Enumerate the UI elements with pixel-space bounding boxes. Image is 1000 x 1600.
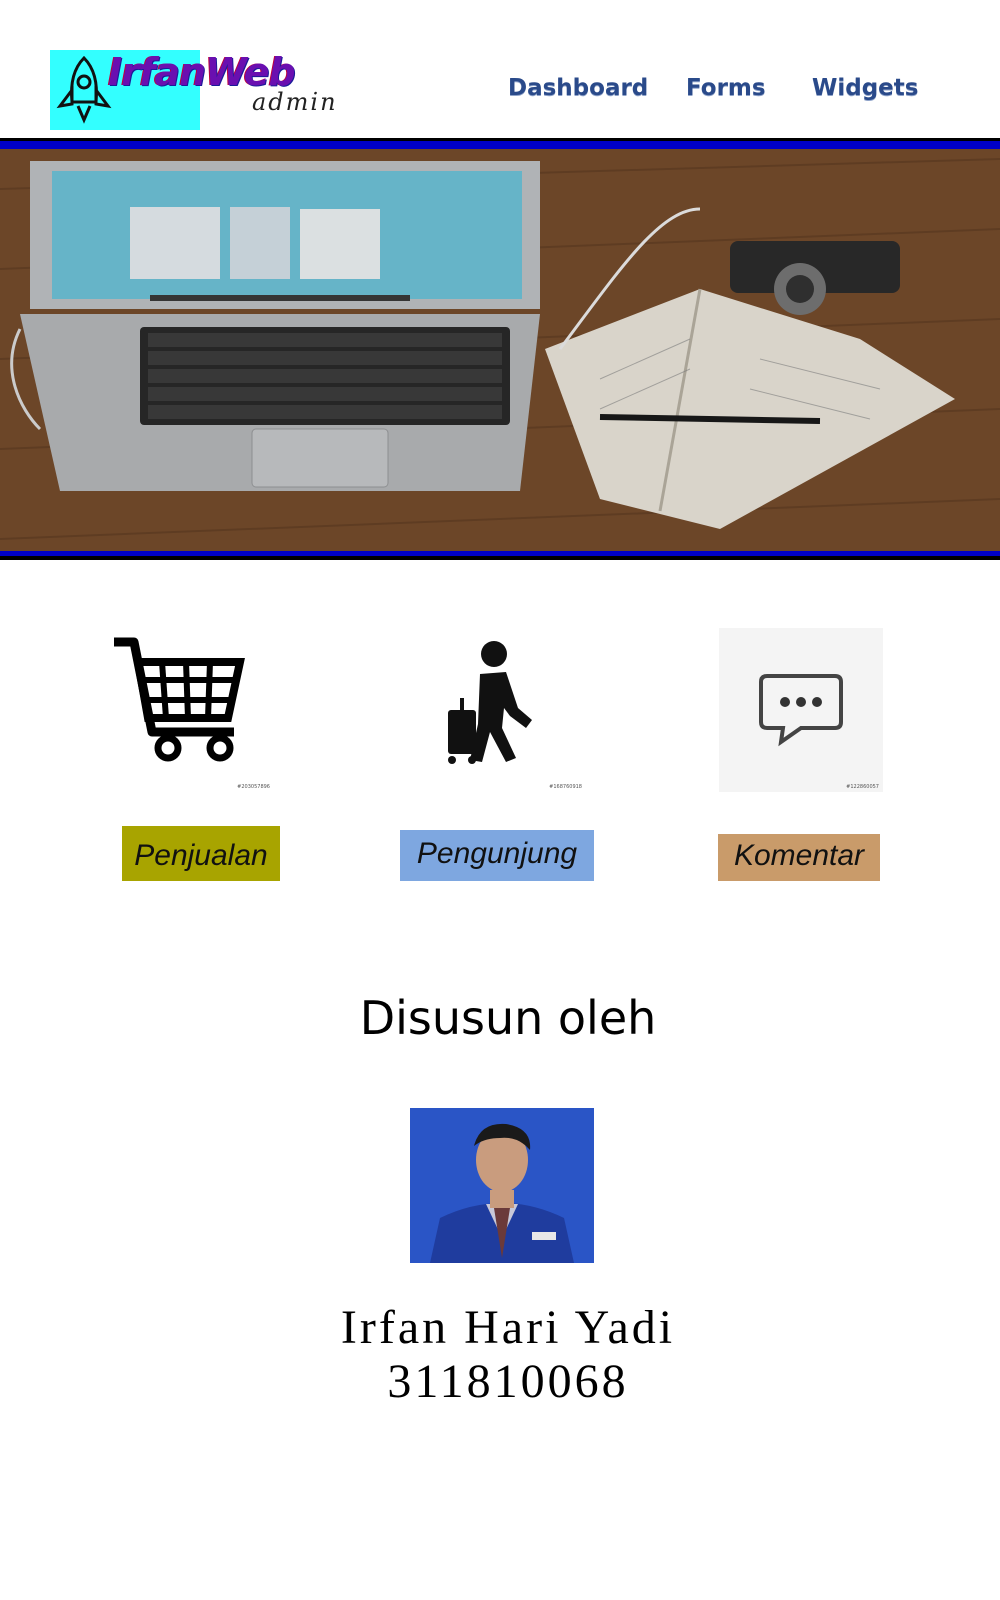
- author-name: Irfan Hari Yadi: [340, 1301, 676, 1354]
- nav-widgets[interactable]: Widgets: [812, 70, 918, 106]
- sales-label[interactable]: Penjualan: [122, 826, 280, 881]
- brand-subtitle: admin: [252, 88, 338, 116]
- author-heading: Disusun oleh: [359, 991, 657, 1045]
- comments-label[interactable]: Komentar: [718, 834, 880, 881]
- author-portrait: [410, 1108, 594, 1263]
- nav-forms[interactable]: Forms: [686, 70, 766, 106]
- visitors-feature-icon[interactable]: #168760918: [422, 628, 586, 792]
- rocket-icon: [56, 55, 112, 124]
- stock-id-label: #122860057: [846, 784, 879, 790]
- chat-bubble-icon: [759, 674, 843, 747]
- traveler-with-luggage-icon: [448, 641, 532, 764]
- stock-id-label: #168760918: [549, 784, 582, 790]
- hero-image: [0, 149, 1000, 551]
- stock-id-label: #203057896: [237, 784, 270, 790]
- nav-dashboard[interactable]: Dashboard: [508, 70, 648, 106]
- comments-feature-icon[interactable]: #122860057: [719, 628, 883, 792]
- laptop-desk-illustration: [0, 149, 1000, 551]
- visitors-label[interactable]: Pengunjung: [400, 830, 594, 881]
- hero-banner: [0, 138, 1000, 560]
- shopping-cart-icon: [114, 637, 245, 762]
- brand-logo[interactable]: IrfanWeb: [50, 50, 296, 130]
- header: IrfanWeb admin Dashboard Forms Widgets: [0, 0, 1000, 140]
- author-photo: [410, 1108, 594, 1263]
- author-student-id: 311810068: [387, 1355, 629, 1408]
- sales-feature-icon[interactable]: #203057896: [110, 628, 274, 792]
